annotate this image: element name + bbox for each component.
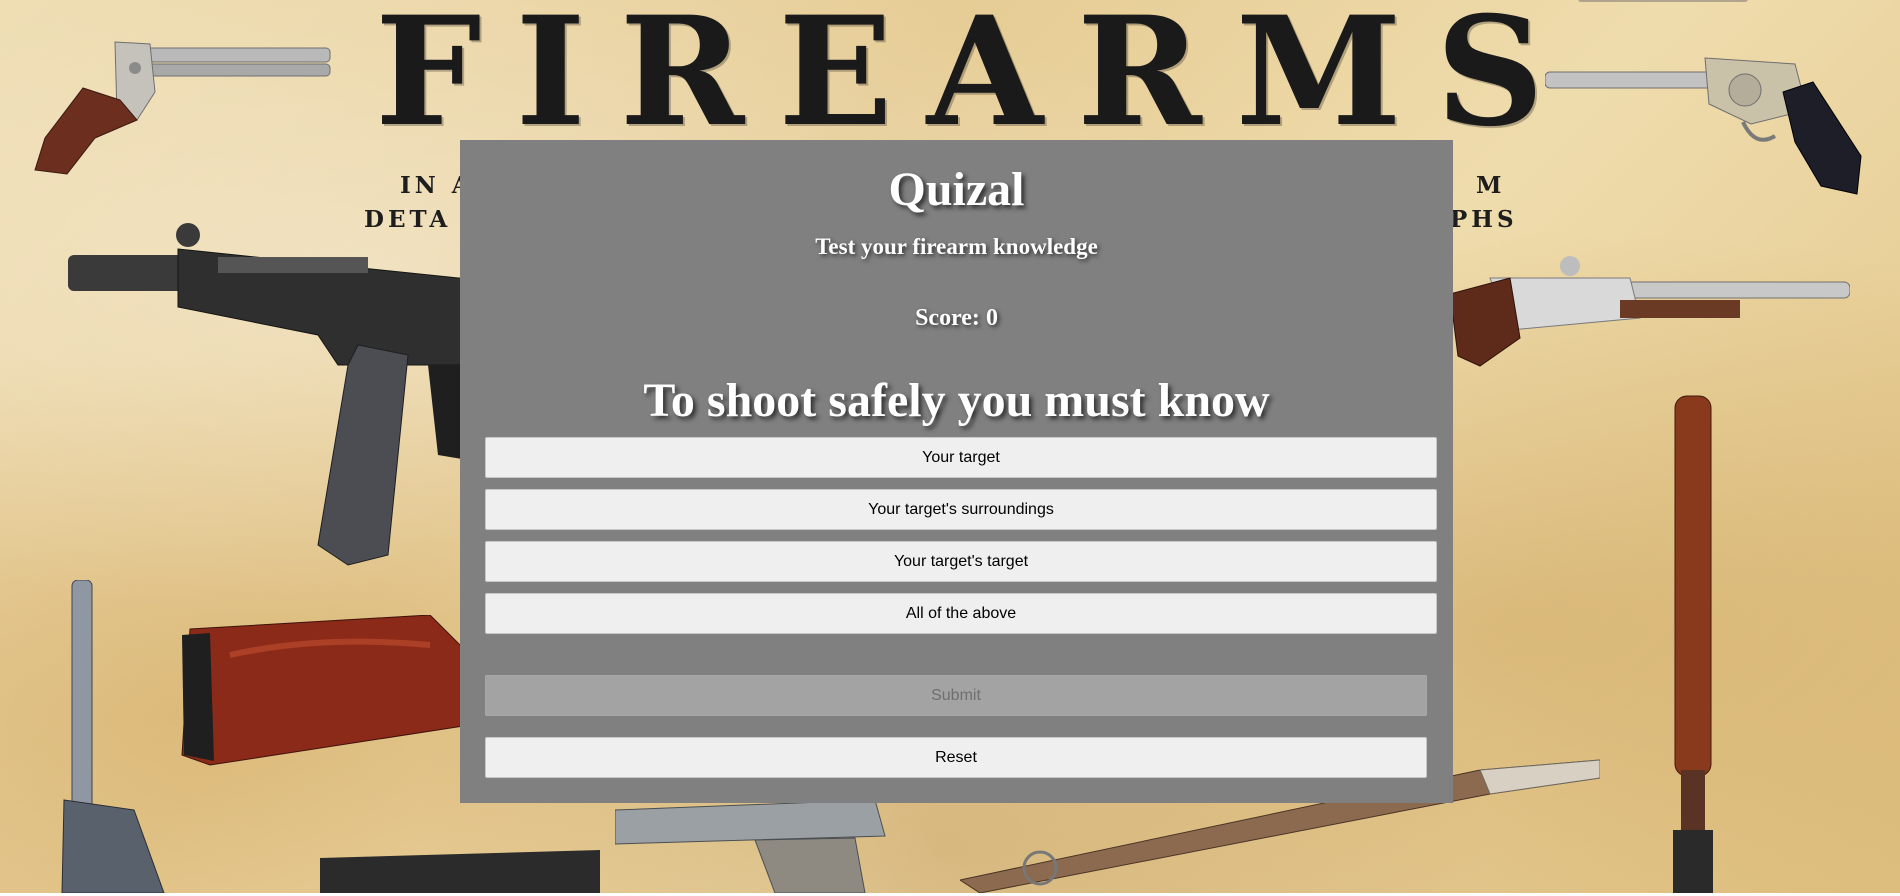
derringer-pistol-image bbox=[34, 41, 331, 175]
poster-corner-mark bbox=[1578, 0, 1748, 2]
poster-title: FIREARMS bbox=[375, 0, 1579, 160]
answer-options: Your target Your target's surroundings Y… bbox=[485, 437, 1437, 645]
answer-option-1[interactable]: Your target bbox=[485, 437, 1437, 478]
score-label: Score: bbox=[915, 305, 980, 331]
reset-button[interactable]: Reset bbox=[485, 737, 1427, 778]
question-text: To shoot safely you must know bbox=[643, 374, 1270, 427]
score-display: Score: 0 bbox=[460, 303, 1453, 333]
quiz-title: Quizal bbox=[888, 163, 1025, 216]
answer-option-4[interactable]: All of the above bbox=[485, 593, 1437, 634]
poster-subtitle-right-2: PHS bbox=[1450, 206, 1518, 233]
automatic-pistol-image bbox=[615, 800, 886, 893]
score-value: 0 bbox=[985, 305, 998, 331]
answer-option-2[interactable]: Your target's surroundings bbox=[485, 489, 1437, 530]
quiz-panel: Quizal Test your firearm knowledge Score… bbox=[460, 140, 1453, 803]
rifle-stock-image bbox=[181, 615, 470, 766]
dark-pistol-image bbox=[320, 850, 600, 893]
flintlock-pistol-image bbox=[1450, 256, 1850, 367]
quiz-subtitle: Test your firearm knowledge bbox=[815, 234, 1098, 259]
poster-subtitle-right-1: M bbox=[1476, 172, 1506, 199]
submit-button[interactable]: Submit bbox=[485, 675, 1427, 716]
muzzleloader-barrel-image bbox=[1673, 395, 1713, 893]
submachine-gun-image bbox=[68, 223, 468, 566]
revolver-image-bottom-left bbox=[61, 580, 165, 893]
revolver-image-top-right bbox=[1545, 57, 1862, 195]
answer-option-3[interactable]: Your target's target bbox=[485, 541, 1437, 582]
